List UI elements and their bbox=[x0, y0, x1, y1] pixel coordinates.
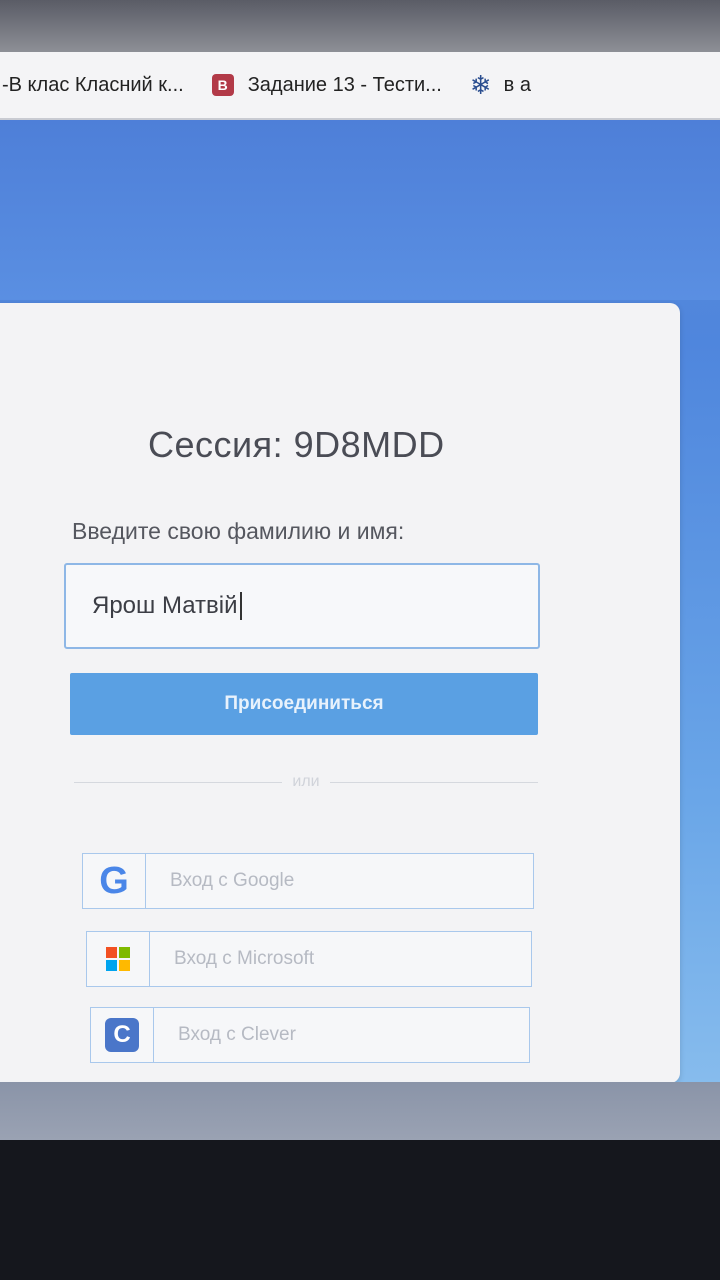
session-title: Сессия: 9D8MDD bbox=[148, 424, 445, 465]
text-caret bbox=[239, 592, 242, 620]
bookmark-class[interactable]: -В клас Класний к... bbox=[0, 52, 198, 118]
google-icon-cell: G bbox=[83, 854, 146, 908]
microsoft-icon-square bbox=[106, 960, 117, 971]
divider-line bbox=[329, 781, 538, 783]
taskbar-strip bbox=[0, 1082, 720, 1140]
clever-login-button[interactable]: C Вход с Clever bbox=[90, 1007, 530, 1063]
bookmark-va[interactable]: ❄ в а bbox=[456, 52, 545, 118]
microsoft-login-button[interactable]: Вход с Microsoft bbox=[86, 931, 532, 987]
browser-top-edge bbox=[0, 0, 720, 52]
monitor-frame bbox=[0, 1140, 720, 1280]
bookmark-task-13[interactable]: B Задание 13 - Тести... bbox=[198, 52, 456, 118]
google-icon: G bbox=[99, 860, 129, 902]
name-field-label: Введите свою фамилию и имя: bbox=[72, 518, 405, 544]
bookmark-label: в а bbox=[503, 73, 531, 96]
microsoft-icon-square bbox=[119, 947, 130, 958]
bookmarks-bar: -В клас Класний к... B Задание 13 - Тест… bbox=[0, 52, 720, 120]
clever-icon-cell: C bbox=[91, 1008, 154, 1062]
bookmark-label: Задание 13 - Тести... bbox=[247, 73, 442, 96]
name-input-value: Ярош Матвій bbox=[92, 592, 238, 619]
join-button[interactable]: Присоединиться bbox=[70, 673, 538, 735]
b-badge-icon: B bbox=[211, 74, 234, 96]
microsoft-icon bbox=[106, 947, 130, 971]
page-header-background bbox=[0, 120, 720, 300]
bookmark-label: -В клас Класний к... bbox=[2, 73, 184, 96]
clever-login-label: Вход с Clever bbox=[178, 1024, 296, 1045]
microsoft-login-label: Вход с Microsoft bbox=[174, 948, 315, 969]
microsoft-icon-cell bbox=[87, 932, 150, 986]
microsoft-icon-square bbox=[119, 960, 130, 971]
name-input[interactable]: Ярош Матвій bbox=[64, 563, 540, 649]
snowflake-icon: ❄ bbox=[469, 70, 492, 100]
microsoft-icon-square bbox=[106, 947, 117, 958]
clever-icon: C bbox=[105, 1018, 139, 1052]
or-divider: или bbox=[74, 770, 538, 794]
divider-text: или bbox=[292, 773, 320, 790]
divider-line bbox=[74, 781, 283, 783]
google-login-label: Вход с Google bbox=[170, 870, 295, 891]
google-login-button[interactable]: G Вход с Google bbox=[82, 853, 534, 909]
